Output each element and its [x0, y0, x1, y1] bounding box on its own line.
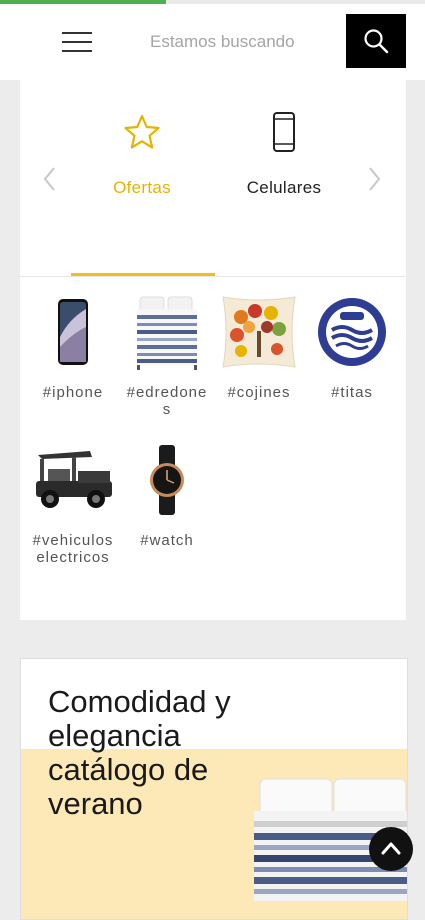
search-icon: [364, 29, 389, 54]
chevron-up-icon: [381, 842, 401, 855]
tag-label: #edredones: [126, 384, 208, 418]
tag-titas[interactable]: #titas: [309, 292, 395, 401]
search-input[interactable]: [140, 22, 356, 62]
promo-banner[interactable]: Comodidad y elegancia catálogo de verano: [20, 658, 408, 920]
electric-vehicle-image: [36, 451, 112, 508]
chevron-left-icon[interactable]: [40, 164, 60, 194]
tag-label: #vehiculoselectricos: [32, 532, 114, 566]
tab-label: Celulares: [246, 178, 322, 197]
tab-celulares[interactable]: Celulares: [219, 108, 349, 198]
hamburger-menu-icon-bar: [62, 41, 92, 43]
tag-label: #titas: [331, 384, 373, 401]
top-header: [0, 4, 425, 80]
tag-edredones[interactable]: #edredones: [124, 292, 210, 418]
pillow-image: [222, 296, 296, 368]
promo-title-line: Comodidad y: [48, 684, 231, 719]
phone-image: [58, 299, 88, 365]
tag-iphone[interactable]: #iphone: [30, 292, 116, 401]
watch-image: [150, 445, 184, 515]
hamburger-menu-icon: [62, 32, 92, 34]
chevron-right-icon[interactable]: [364, 164, 384, 194]
tag-label: #cojines: [227, 384, 291, 401]
promo-title-line: catálogo de: [48, 752, 209, 787]
tag-label: #watch: [140, 532, 194, 549]
promo-title-line: elegancia: [48, 718, 181, 753]
menu-button[interactable]: [60, 28, 96, 56]
tag-vehiculoselectricos[interactable]: #vehiculoselectricos: [30, 440, 116, 566]
smartphone-icon: [273, 112, 295, 152]
tag-cojines[interactable]: #cojines: [216, 292, 302, 401]
hamburger-menu-icon-bar: [62, 50, 92, 52]
promo-title: Comodidad y elegancia catálogo de verano: [48, 685, 288, 821]
divider: [20, 276, 406, 277]
tag-label: #iphone: [42, 384, 104, 401]
bedding-image: [137, 296, 197, 370]
titas-logo-image: [318, 298, 386, 366]
tag-watch[interactable]: #watch: [124, 440, 210, 549]
promo-title-line: verano: [48, 786, 143, 821]
categories-card: Ofertas Celulares #iphone #edredones #co…: [20, 80, 406, 620]
search-button[interactable]: [346, 14, 406, 68]
tab-label: Ofertas: [113, 178, 171, 197]
tab-ofertas[interactable]: Ofertas: [77, 108, 207, 198]
scroll-to-top-button[interactable]: [369, 827, 413, 871]
star-icon: [124, 114, 160, 149]
